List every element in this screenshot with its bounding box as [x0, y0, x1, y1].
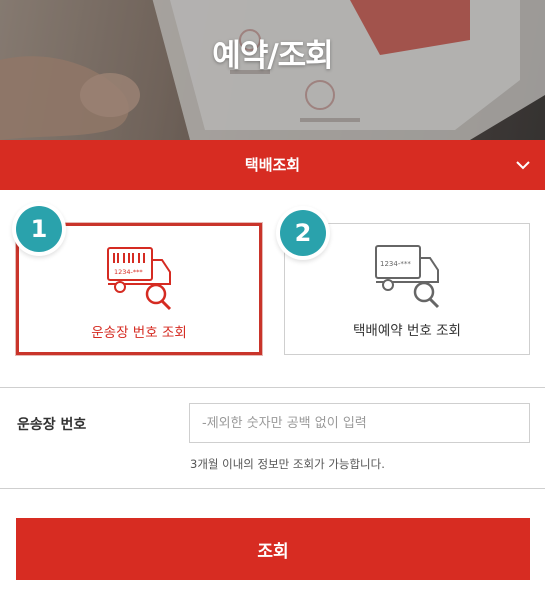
chevron-down-icon[interactable]	[515, 158, 531, 172]
step-badge-1: 1	[16, 206, 62, 252]
option-label: 운송장 번호 조회	[91, 325, 187, 341]
truck-barcode-search-icon: 1234-***	[107, 247, 172, 311]
search-button[interactable]: 조회	[16, 518, 530, 580]
hero-banner: 예약/조회	[0, 0, 545, 140]
waybill-number-input[interactable]	[189, 403, 530, 443]
waybill-number-label: 운송장 번호	[17, 417, 87, 433]
icon-number-text: 1234-***	[114, 268, 143, 276]
truck-number-search-icon: 1234-***	[375, 245, 440, 309]
search-period-note: 3개월 이내의 정보만 조회가 가능합니다.	[190, 457, 385, 471]
category-dropdown[interactable]: 택배조회	[0, 140, 545, 190]
page-title: 예약/조회	[212, 38, 333, 74]
icon-number-text: 1234-***	[380, 260, 411, 268]
step-badge-2: 2	[280, 210, 326, 256]
divider	[0, 488, 545, 489]
option-label: 택배예약 번호 조회	[353, 323, 461, 339]
category-dropdown-label: 택배조회	[244, 156, 301, 174]
divider	[0, 387, 545, 388]
